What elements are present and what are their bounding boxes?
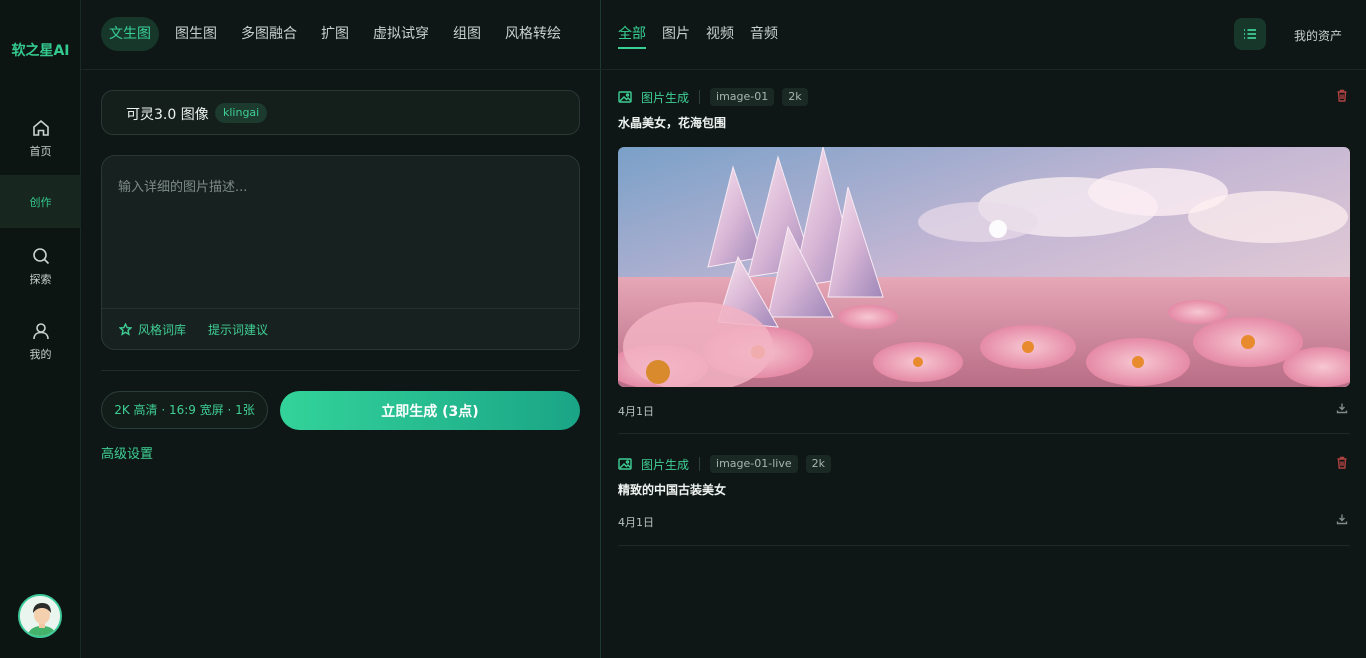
star-icon — [119, 323, 132, 336]
tab-multi-image-fusion[interactable]: 多图融合 — [233, 17, 305, 51]
model-chip: image-01-live — [710, 455, 798, 473]
sidebar-item-create[interactable]: 创作 — [0, 175, 81, 228]
prompt-toolbar: 风格词库 提示词建议 — [102, 308, 579, 349]
app-logo: 软之星AI — [11, 43, 70, 59]
download-icon[interactable] — [1336, 402, 1348, 418]
sidebar-item-label: 创作 — [29, 195, 52, 209]
user-icon — [31, 321, 51, 341]
style-library-button[interactable]: 风格词库 — [119, 321, 186, 338]
style-library-label: 风格词库 — [138, 323, 187, 337]
avatar[interactable] — [18, 594, 62, 638]
model-selector[interactable]: 可灵3.0 图像 klingai — [101, 90, 580, 135]
home-icon — [31, 118, 51, 138]
tab-virtual-try-on[interactable]: 虚拟试穿 — [365, 17, 437, 51]
sidebar-item-explore[interactable]: 探索 — [0, 240, 81, 293]
tab-text-to-image[interactable]: 文生图 — [101, 17, 159, 51]
sidebar-item-home[interactable]: 首页 — [0, 112, 81, 165]
sidebar-item-mine[interactable]: 我的 — [0, 315, 81, 368]
results-filter-tabs: 全部 图片 视频 音频 我的资产 — [601, 0, 1366, 70]
tab-audio[interactable]: 音频 — [750, 23, 778, 43]
divider — [699, 457, 701, 471]
model-chip: image-01 — [710, 88, 775, 106]
model-tag: klingai — [215, 103, 268, 123]
result-image[interactable] — [618, 147, 1350, 387]
generate-button[interactable]: 立即生成 (3点) — [280, 391, 580, 430]
image-icon — [618, 91, 632, 103]
my-assets-link[interactable]: 我的资产 — [1294, 27, 1342, 44]
result-card: 图片生成 image-01-live 2k 精致的中国古装美女 4月1日 — [618, 455, 1350, 546]
tab-outpaint[interactable]: 扩图 — [313, 17, 357, 51]
prompt-box: 风格词库 提示词建议 — [101, 155, 580, 350]
tab-image-to-image[interactable]: 图生图 — [167, 17, 225, 51]
results-panel: 全部 图片 视频 音频 我的资产 图片生成 image-01 2k 水晶美女，花… — [601, 0, 1366, 658]
advanced-settings-link[interactable]: 高级设置 — [101, 443, 153, 462]
tab-all[interactable]: 全部 — [618, 23, 646, 49]
sidebar-item-label: 我的 — [29, 348, 52, 361]
result-date: 4月1日 — [618, 405, 654, 418]
result-prompt: 精致的中国古装美女 — [618, 483, 727, 497]
trash-icon[interactable] — [1336, 456, 1348, 473]
search-icon — [31, 246, 51, 266]
tab-style-transfer[interactable]: 风格转绘 — [497, 17, 569, 51]
tab-images[interactable]: 图片 — [662, 23, 690, 43]
quality-chip: 2k — [782, 88, 808, 106]
sidebar-item-label: 探索 — [29, 273, 52, 286]
sidebar: 软之星AI 首页 创作 探索 我的 — [0, 0, 81, 658]
quality-chip: 2k — [805, 455, 831, 473]
result-type-label: 图片生成 — [641, 90, 690, 105]
trash-icon[interactable] — [1336, 89, 1348, 106]
download-icon[interactable] — [1336, 513, 1348, 529]
tab-image-set[interactable]: 组图 — [445, 17, 489, 51]
sidebar-item-label: 首页 — [29, 145, 52, 158]
result-type-label: 图片生成 — [641, 457, 690, 472]
image-icon — [618, 458, 632, 470]
model-name: 可灵3.0 图像 — [126, 107, 209, 123]
creation-panel: 文生图 图生图 多图融合 扩图 虚拟试穿 组图 风格转绘 可灵3.0 图像 kl… — [81, 0, 601, 658]
divider — [101, 370, 580, 371]
result-card-header: 图片生成 image-01-live 2k — [618, 455, 839, 473]
prompt-input[interactable] — [102, 156, 579, 308]
list-icon — [1244, 29, 1256, 39]
result-card-header: 图片生成 image-01 2k — [618, 88, 816, 106]
list-view-button[interactable] — [1234, 18, 1266, 50]
generation-settings-button[interactable]: 2K 高清 · 16:9 宽屏 · 1张 — [101, 391, 268, 429]
result-prompt: 水晶美女，花海包围 — [618, 116, 727, 130]
divider — [699, 90, 701, 104]
tab-videos[interactable]: 视频 — [706, 23, 734, 43]
result-card: 图片生成 image-01 2k 水晶美女，花海包围 4月1日 — [618, 88, 1350, 434]
creation-tabs: 文生图 图生图 多图融合 扩图 虚拟试穿 组图 风格转绘 — [81, 0, 601, 70]
prompt-suggestion-button[interactable]: 提示词建议 — [208, 321, 268, 338]
result-date: 4月1日 — [618, 516, 654, 529]
